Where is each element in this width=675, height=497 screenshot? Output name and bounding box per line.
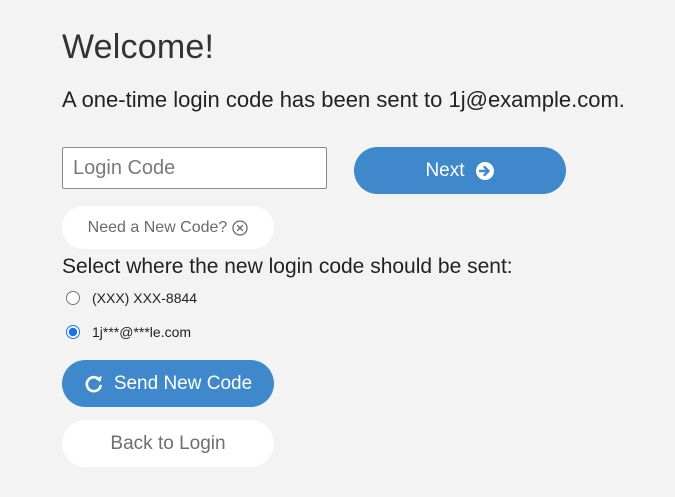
delivery-option-email[interactable]: 1j***@***le.com bbox=[66, 324, 191, 340]
email-option-label: 1j***@***le.com bbox=[92, 324, 192, 340]
need-new-code-button[interactable]: Need a New Code? bbox=[62, 206, 274, 249]
send-new-code-label: Send New Code bbox=[113, 372, 253, 394]
page-subtitle: A one-time login code has been sent to 1… bbox=[62, 87, 625, 112]
arrow-right-circle-icon bbox=[475, 161, 495, 181]
delivery-option-phone[interactable]: (XXX) XXX-8844 bbox=[66, 290, 197, 306]
phone-radio[interactable] bbox=[66, 291, 80, 305]
back-to-login-button[interactable]: Back to Login bbox=[62, 420, 274, 467]
page-title: Welcome! bbox=[62, 28, 215, 66]
need-new-code-label: Need a New Code? bbox=[87, 218, 228, 236]
email-radio[interactable] bbox=[66, 325, 80, 339]
back-to-login-label: Back to Login bbox=[110, 432, 226, 454]
next-button-label: Next bbox=[425, 159, 465, 181]
send-new-code-button[interactable]: Send New Code bbox=[62, 360, 274, 407]
delivery-prompt: Select where the new login code should b… bbox=[62, 255, 513, 278]
close-circle-icon bbox=[232, 219, 248, 236]
login-code-input[interactable] bbox=[62, 147, 327, 189]
login-panel: Welcome! A one-time login code has been … bbox=[62, 0, 675, 497]
phone-option-label: (XXX) XXX-8844 bbox=[92, 290, 198, 306]
refresh-icon bbox=[84, 374, 104, 394]
next-button[interactable]: Next bbox=[354, 147, 566, 194]
